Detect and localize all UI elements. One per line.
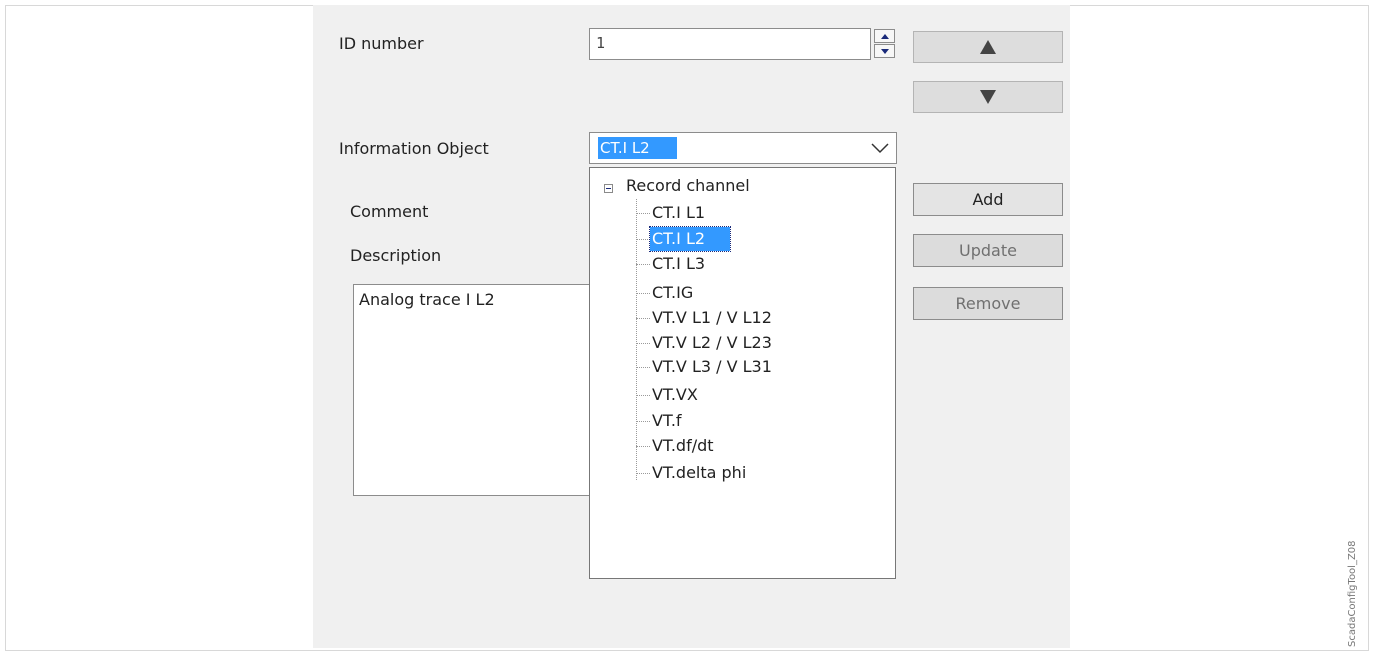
tree-item-label: CT.I L2 [649,226,731,252]
collapse-toggle-icon[interactable] [604,184,613,193]
tree-guide-line [636,199,637,480]
id-number-increment-button[interactable] [874,29,895,43]
spin-up-icon [880,33,889,39]
add-button[interactable]: Add [913,183,1063,216]
description-textarea[interactable]: Analog trace I L2 [353,284,593,496]
id-number-input[interactable]: 1 [589,28,871,60]
tree-item-label: CT.I L1 [652,203,706,222]
remove-button[interactable]: Remove [913,287,1063,320]
move-down-button[interactable] [913,81,1063,113]
tree-item-label: VT.delta phi [652,463,747,482]
tree-item-label: VT.f [652,411,682,430]
information-object-label: Information Object [339,139,489,158]
description-text: Analog trace I L2 [359,290,495,309]
tree-item-label: VT.V L2 / V L23 [652,333,772,352]
figure-watermark: ScadaConfigTool_Z08 [1347,540,1358,647]
arrow-down-icon [980,90,996,104]
tree-item-label: VT.V L3 / V L31 [652,357,772,376]
tree-item-label: VT.V L1 / V L12 [652,308,772,327]
id-number-label: ID number [339,34,424,53]
id-number-decrement-button[interactable] [874,44,895,58]
description-label: Description [350,246,442,265]
tree-item-label: VT.df/dt [652,436,714,455]
tree-item-label: VT.VX [652,385,698,404]
chevron-down-icon [871,143,889,154]
tree-item-label: CT.IG [652,283,694,302]
information-object-selected-value: CT.I L2 [598,137,677,159]
information-object-select[interactable]: CT.I L2 [589,132,897,164]
move-up-button[interactable] [913,31,1063,63]
tree-item-label: CT.I L3 [652,254,706,273]
arrow-up-icon [980,40,996,54]
comment-label: Comment [350,202,429,221]
spin-down-icon [880,48,889,54]
information-object-dropdown-tree[interactable]: Record channel CT.I L1 CT.I L2 CT.I L3 C… [589,167,896,579]
update-button[interactable]: Update [913,234,1063,267]
tree-root-record-channel[interactable]: Record channel [626,176,750,195]
